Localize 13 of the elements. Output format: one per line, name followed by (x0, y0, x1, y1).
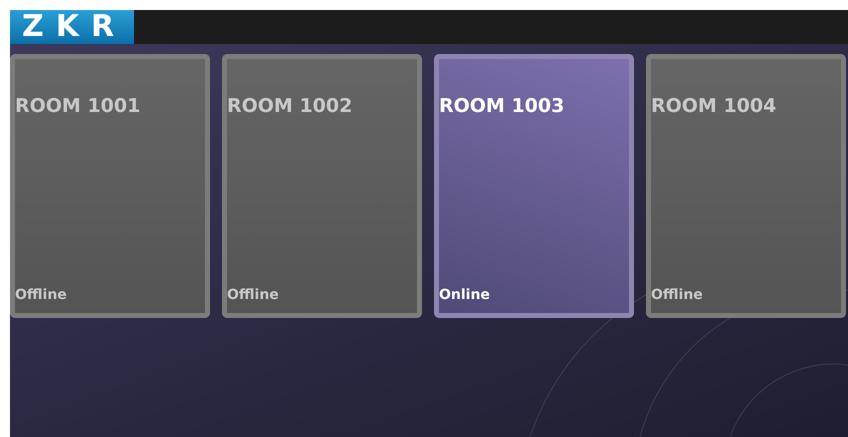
room-name: ROOM 1003 (439, 95, 564, 117)
room-status: Offline (15, 287, 67, 303)
room-tile[interactable]: ROOM 1002 Offline (222, 54, 422, 318)
room-name: ROOM 1002 (227, 95, 352, 117)
logo: ZKR (10, 10, 134, 44)
room-tile[interactable]: ROOM 1004 Offline (646, 54, 846, 318)
room-tile[interactable]: ROOM 1001 Offline (10, 54, 210, 318)
room-status: Offline (227, 287, 279, 303)
room-status: Offline (651, 287, 703, 303)
room-tile[interactable]: ROOM 1003 Online (434, 54, 634, 318)
room-status: Online (439, 287, 490, 303)
room-name: ROOM 1001 (15, 95, 140, 117)
room-name: ROOM 1004 (651, 95, 776, 117)
